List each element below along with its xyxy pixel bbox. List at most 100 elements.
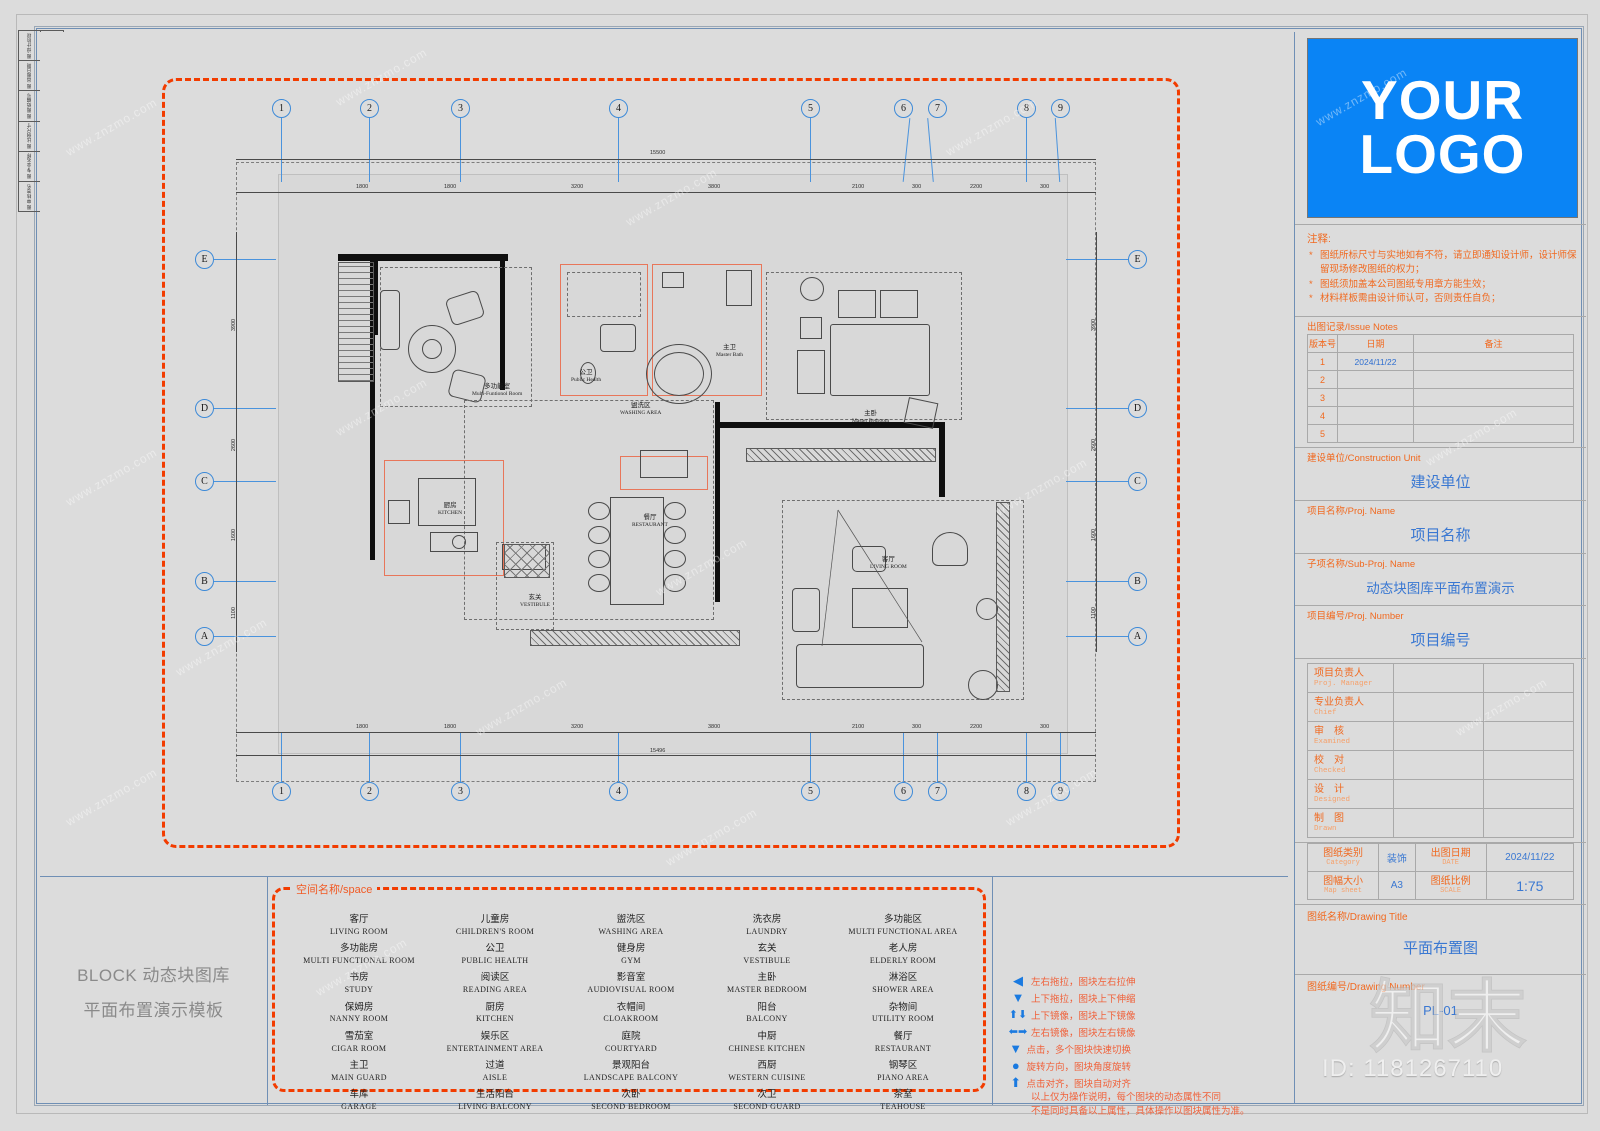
sig-sign[interactable]: [1483, 750, 1574, 780]
project-name-value[interactable]: 项目名称: [1295, 518, 1586, 553]
grid-leader: [460, 118, 461, 182]
grid-bubble-left-A: A: [195, 627, 214, 646]
sig-sign[interactable]: [1483, 663, 1574, 693]
grid-leader: [1066, 636, 1128, 637]
space-item: 衣帽间 CLOAKROOM: [603, 1001, 659, 1024]
table-row[interactable]: 1 2024/11/22: [1307, 352, 1574, 371]
triangle-down-icon: ▼: [1009, 1041, 1023, 1056]
sig-sign[interactable]: [1483, 779, 1574, 809]
bathtub: [600, 324, 636, 352]
sheet-size-value[interactable]: A3: [1378, 871, 1416, 900]
table-row[interactable]: 制 图 Drawn: [1307, 808, 1574, 838]
table-row[interactable]: 5: [1307, 424, 1574, 443]
dim-right-4: 1100: [1090, 607, 1097, 619]
grid-leader: [1026, 732, 1027, 782]
grid-bubble-top-4: 4: [609, 99, 628, 118]
drawing-title-value[interactable]: 平面布置图: [1295, 923, 1586, 974]
sig-name[interactable]: [1393, 692, 1484, 722]
space-item: 公卫 PUBLIC HEALTH: [461, 943, 529, 966]
cell-remark: [1413, 406, 1574, 425]
space-item: 儿童房 CHILDREN'S ROOM: [455, 914, 535, 936]
table-row[interactable]: 项目负责人 Proj. Manager: [1307, 663, 1574, 693]
sig-sign[interactable]: [1483, 808, 1574, 838]
dim-right-1: 3900: [1091, 318, 1098, 332]
sink: [662, 272, 684, 288]
space-item: 景观阳台 LANDSCAPE BALCONY: [583, 1060, 679, 1082]
table-row[interactable]: 审 核 Examined: [1307, 721, 1574, 751]
dim-top-6: 300: [912, 184, 922, 190]
date-value[interactable]: 2024/11/22: [1485, 843, 1575, 872]
dimension-line: [236, 192, 1096, 193]
space-item: 客厅 LIVING ROOM: [330, 914, 388, 936]
table-row[interactable]: 专业负责人 Chief: [1307, 692, 1574, 722]
grid-bubble-top-5: 5: [801, 99, 820, 118]
grid-leader: [618, 118, 619, 182]
arrow-up-down-icon: ⬆⬇: [1008, 1009, 1028, 1021]
sig-name[interactable]: [1393, 721, 1484, 751]
scale-value[interactable]: 1:75: [1485, 871, 1575, 900]
grid-leader: [1060, 732, 1061, 782]
table-row[interactable]: 校 对 Checked: [1307, 750, 1574, 780]
drawing-number-value[interactable]: PL-01: [1295, 993, 1586, 1024]
hint-row: ▼ 点击，多个图块快速切换: [1005, 1040, 1131, 1057]
project-number-value[interactable]: 项目编号: [1295, 623, 1586, 658]
grid-bubble-bottom-9: 9: [1051, 782, 1070, 801]
sheet-size-label: 图幅大小 Map sheet: [1306, 871, 1380, 900]
cell-remark: [1413, 352, 1574, 371]
sub-project-section: 子项名称/Sub-Proj. Name 动态块图库平面布置演示: [1295, 554, 1586, 606]
date-label: 出图日期 DATE: [1414, 843, 1487, 872]
grid-leader: [618, 732, 619, 782]
note-item: 图纸所标尺寸与实地如有不符，请立即通知设计师，设计师保留现场修改图纸的权力；: [1307, 249, 1578, 278]
sig-name[interactable]: [1393, 750, 1484, 780]
sig-name[interactable]: [1393, 808, 1484, 838]
grid-leader: [214, 259, 276, 260]
sig-label: 校 对 Checked: [1307, 750, 1394, 780]
grid-bubble-left-D: D: [195, 399, 214, 418]
grid-leader: [369, 118, 370, 182]
pillow: [880, 290, 918, 318]
space-item: 娱乐区 ENTERTAINMENT AREA: [446, 1030, 544, 1053]
logo-line1: YOUR: [1361, 69, 1524, 132]
category-value[interactable]: 装饰: [1378, 843, 1416, 872]
revision-cell: 图 图纸编号: [19, 91, 40, 122]
dining-chair: [588, 502, 610, 520]
sig-label: 制 图 Drawn: [1307, 808, 1394, 838]
signature-table: 项目负责人 Proj. Manager 专业负责人 Chief 审 核 Examine…: [1307, 663, 1574, 838]
grid-bubble-bottom-5: 5: [801, 782, 820, 801]
space-item: 杂物间 UTILITY ROOM: [871, 1001, 935, 1024]
grid-bubble-top-8: 8: [1017, 99, 1036, 118]
sig-name[interactable]: [1393, 779, 1484, 809]
sig-sign[interactable]: [1483, 692, 1574, 722]
space-item: 餐厅 RESTAURANT: [874, 1030, 932, 1053]
grid-bubble-bottom-7: 7: [928, 782, 947, 801]
table-row[interactable]: 设 计 Designed: [1307, 779, 1574, 809]
cell-remark: [1413, 370, 1574, 389]
sub-project-value[interactable]: 动态块图库平面布置演示: [1295, 571, 1586, 605]
grid-leader: [460, 732, 461, 782]
hint-note-line2: 不是同时具备以上属性，具体操作以图块属性为准。: [1031, 1106, 1250, 1118]
grid-leader: [214, 481, 276, 482]
dimension-line: [236, 732, 1096, 733]
dimension-line: [236, 159, 1096, 160]
issue-notes-section: 出图记录/Issue Notes 版本号 日期 备注 1 2024/11/22 …: [1295, 317, 1586, 448]
grid-leader: [369, 732, 370, 782]
sig-sign[interactable]: [1483, 721, 1574, 751]
total-dimension-bottom: 15496: [650, 748, 666, 754]
grid-bubble-bottom-1: 1: [272, 782, 291, 801]
project-number-section: 项目编号/Proj. Number 项目编号: [1295, 606, 1586, 659]
table-row[interactable]: 4: [1307, 406, 1574, 425]
dining-chair: [664, 550, 686, 568]
jacuzzi-inner: [654, 352, 704, 396]
hint-row: ● 旋转方向，图块角度旋转: [1005, 1057, 1131, 1074]
cell-version: 5: [1307, 424, 1338, 443]
desk: [797, 350, 825, 394]
dim-bot-2: 1800: [444, 724, 457, 730]
dim-top-1: 1800: [356, 184, 369, 190]
sig-name[interactable]: [1393, 663, 1484, 693]
construction-unit-value[interactable]: 建设单位: [1295, 465, 1586, 500]
space-item: 钢琴区 PIANO AREA: [877, 1060, 929, 1082]
table-row[interactable]: 2: [1307, 370, 1574, 389]
cell-remark: [1413, 388, 1574, 407]
sub-project-label: 子项名称/Sub-Proj. Name: [1307, 559, 1416, 570]
table-row[interactable]: 3: [1307, 388, 1574, 407]
